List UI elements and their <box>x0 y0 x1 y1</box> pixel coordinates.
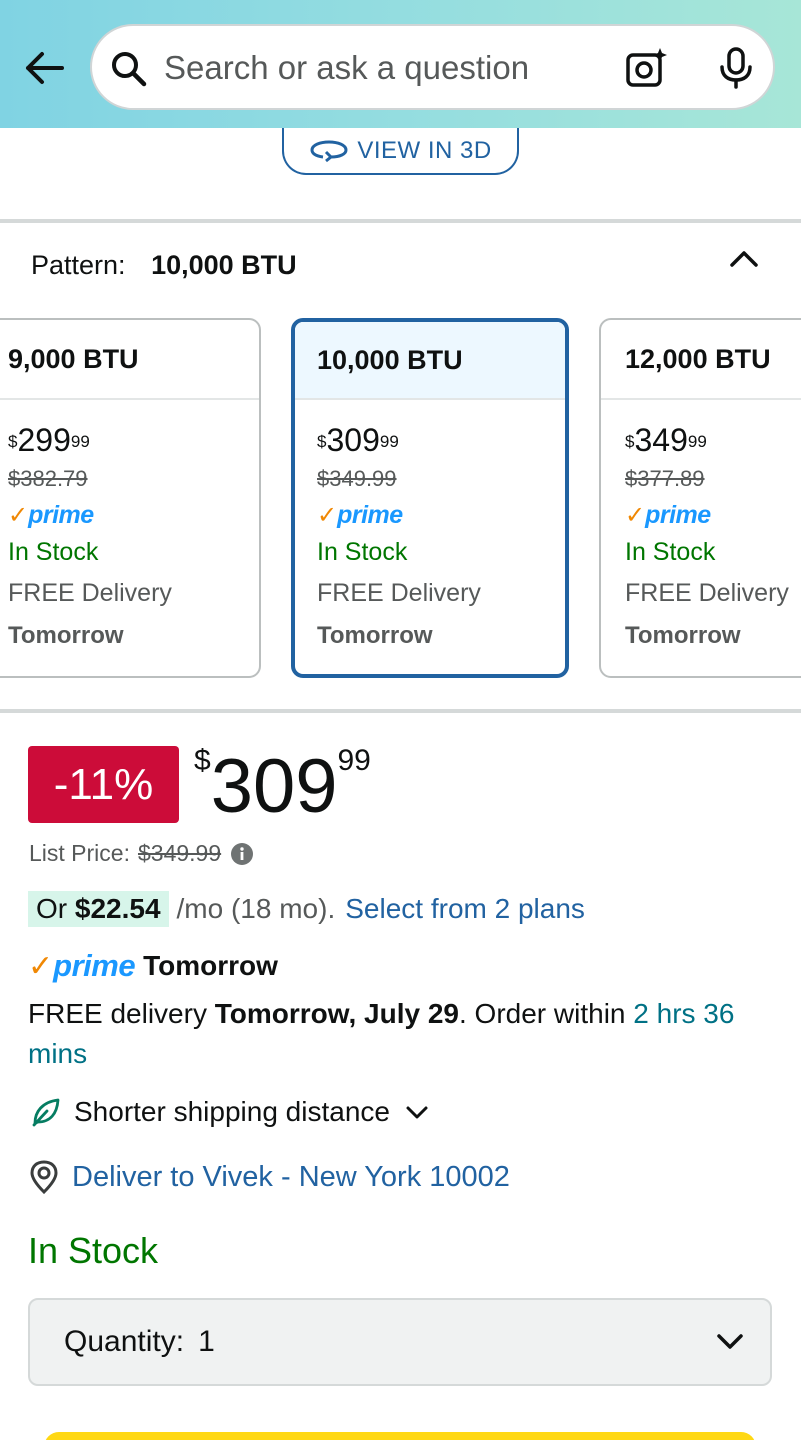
chevron-down-icon <box>406 1106 428 1119</box>
search-icon <box>112 52 147 87</box>
variant-list-price: $377.89 <box>625 466 705 491</box>
top-header <box>0 0 801 128</box>
variant-stock: In Stock <box>625 538 716 566</box>
camera-search-icon[interactable] <box>624 46 668 90</box>
main-price: $30999 <box>194 744 371 829</box>
variant-list-price: $382.79 <box>8 466 88 491</box>
stock-status: In Stock <box>28 1230 159 1271</box>
microphone-icon[interactable] <box>714 46 758 90</box>
prime-badge: ✓ prime <box>8 500 94 529</box>
search-bar[interactable] <box>90 24 775 110</box>
quantity-label: Quantity: <box>64 1325 185 1358</box>
variant-delivery: FREE Delivery <box>317 579 481 607</box>
view-in-3d-label: VIEW IN 3D <box>357 136 492 164</box>
view-in-3d-button[interactable]: VIEW IN 3D <box>282 128 519 175</box>
pattern-selector-header[interactable]: Pattern: 10,000 BTU <box>31 250 297 281</box>
pattern-value: 10,000 BTU <box>151 250 297 280</box>
variant-stock: In Stock <box>317 538 408 566</box>
rotate-3d-icon <box>310 139 348 162</box>
add-to-cart-button[interactable] <box>44 1432 756 1440</box>
info-icon[interactable] <box>231 842 254 865</box>
list-price-label: List Price: <box>29 840 130 866</box>
variant-title: 10,000 BTU <box>295 322 565 400</box>
section-divider <box>0 219 801 223</box>
pattern-label: Pattern: <box>31 250 126 280</box>
variant-delivery-day: Tomorrow <box>8 622 124 649</box>
prime-check-icon: ✓ <box>625 501 646 529</box>
monthly-payment: Or $22.54 <box>28 891 169 927</box>
variant-card-9000[interactable]: 9,000 BTU $29999 $382.79 ✓ prime In Stock… <box>0 318 261 678</box>
list-price: List Price: $349.99 <box>29 840 254 867</box>
variant-list-price: $349.99 <box>317 466 397 491</box>
section-divider <box>0 709 801 713</box>
variant-title: 12,000 BTU <box>601 320 801 400</box>
variant-price: $29999 <box>8 422 90 458</box>
variant-card-12000[interactable]: 12,000 BTU $34999 $377.89 ✓ prime In Stoc… <box>599 318 801 678</box>
prime-check-icon: ✓ <box>317 501 338 529</box>
chevron-down-icon <box>717 1334 743 1349</box>
deliver-to-label: Deliver to Vivek - New York 10002 <box>72 1160 510 1193</box>
leaf-icon <box>32 1098 60 1127</box>
variant-price: $30999 <box>317 422 399 458</box>
prime-delivery-day: Tomorrow <box>143 950 278 981</box>
delivery-estimate: FREE delivery Tomorrow, July 29. Order w… <box>28 998 735 1069</box>
deliver-to-link[interactable]: Deliver to Vivek - New York 10002 <box>28 1160 510 1194</box>
variant-stock: In Stock <box>8 538 99 566</box>
discount-badge: -11% <box>28 746 179 823</box>
variant-title: 9,000 BTU <box>0 320 259 400</box>
shorter-shipping-toggle[interactable]: Shorter shipping distance <box>30 1096 430 1128</box>
prime-delivery-badge: ✓ prime Tomorrow <box>28 948 278 983</box>
variant-card-10000-selected[interactable]: 10,000 BTU $30999 $349.99 ✓ prime In Stoc… <box>291 318 569 678</box>
back-arrow-icon[interactable] <box>22 46 66 90</box>
shorter-shipping-label: Shorter shipping distance <box>74 1096 390 1127</box>
collapse-chevron-up-icon[interactable] <box>728 246 760 270</box>
variant-delivery: FREE Delivery <box>8 579 172 607</box>
search-input[interactable] <box>164 44 604 92</box>
select-plans-link[interactable]: Select from 2 plans <box>345 893 585 925</box>
variant-delivery-day: Tomorrow <box>625 622 741 649</box>
quantity-value: 1 <box>198 1325 215 1358</box>
prime-badge: ✓ prime <box>317 500 403 529</box>
variant-delivery-day: Tomorrow <box>317 622 433 649</box>
variant-delivery: FREE Delivery <box>625 579 789 607</box>
prime-check-icon: ✓ <box>8 501 29 529</box>
list-price-value: $349.99 <box>137 840 222 866</box>
financing-row: Or $22.54 /mo (18 mo). Select from 2 pla… <box>28 891 585 927</box>
prime-check-icon: ✓ <box>28 949 54 983</box>
quantity-select[interactable]: Quantity: 1 <box>28 1298 772 1386</box>
prime-badge: ✓ prime <box>625 500 711 529</box>
variant-price: $34999 <box>625 422 707 458</box>
location-pin-icon <box>30 1160 58 1194</box>
financing-term: /mo (18 mo). <box>176 893 336 924</box>
